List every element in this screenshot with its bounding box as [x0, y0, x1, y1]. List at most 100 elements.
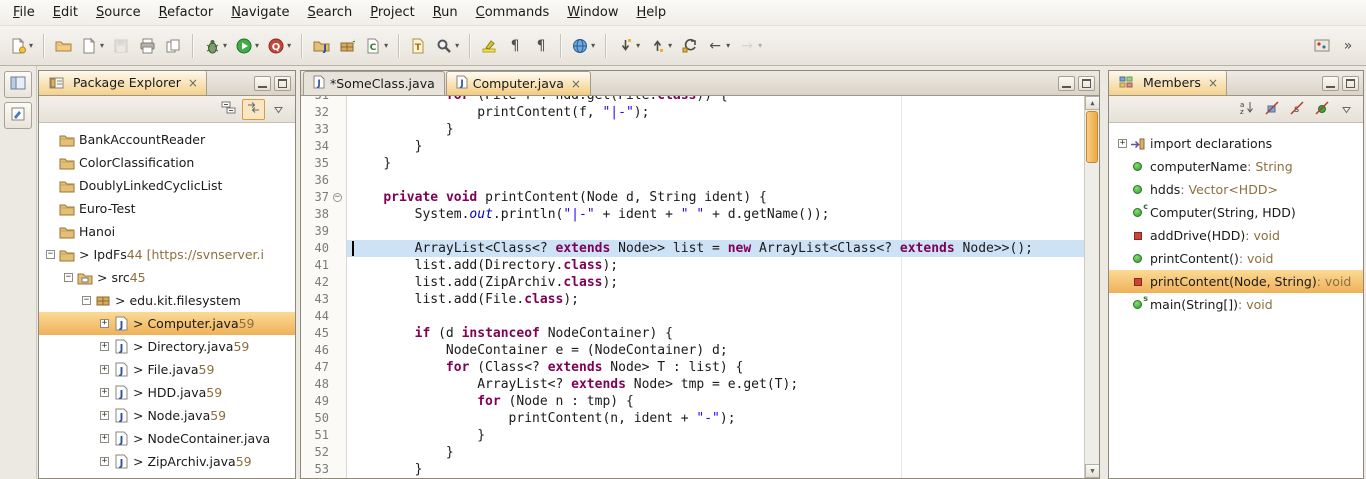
code-line-44[interactable]: [347, 308, 1084, 325]
code-line-53[interactable]: }: [347, 461, 1084, 478]
dropdown-arrow-icon[interactable]: ▾: [100, 41, 104, 50]
open-type-button[interactable]: T: [405, 31, 431, 61]
menu-file[interactable]: File: [4, 1, 44, 24]
member-printcontent-node-string[interactable]: printContent(Node, String) : void: [1109, 270, 1363, 293]
new-package-button[interactable]: +: [334, 31, 360, 61]
tree-item-file-java[interactable]: +J> File.java 59: [39, 358, 295, 381]
member-computername[interactable]: computerName : String: [1109, 155, 1363, 178]
member-adddrive-hdd[interactable]: addDrive(HDD) : void: [1109, 224, 1363, 247]
dropdown-arrow-icon[interactable]: ▾: [668, 41, 672, 50]
expander-icon[interactable]: +: [97, 411, 112, 420]
dropdown-arrow-icon[interactable]: ▾: [726, 41, 730, 50]
code-line-52[interactable]: }: [347, 444, 1084, 461]
maximize-button[interactable]: [1342, 76, 1359, 91]
code-line-45[interactable]: if (d instanceof NodeContainer) {: [347, 325, 1084, 342]
dropdown-arrow-icon[interactable]: ▾: [636, 41, 640, 50]
external-tools-button[interactable]: Q▾: [263, 31, 295, 61]
code-line-36[interactable]: [347, 172, 1084, 189]
hide-fields-button[interactable]: [1260, 99, 1283, 120]
tab-someclass-java[interactable]: J *SomeClass.java: [303, 71, 445, 95]
code-editor[interactable]: 31323334353637−3839404142434445464748495…: [301, 96, 1099, 478]
close-icon[interactable]: ×: [1208, 76, 1218, 90]
tree-item-directory-java[interactable]: +J> Directory.java 59: [39, 335, 295, 358]
minimize-button[interactable]: [1058, 76, 1075, 91]
new-class-button[interactable]: C▾: [360, 31, 392, 61]
back-button[interactable]: ←▾: [702, 31, 734, 61]
collapse-all-button[interactable]: [217, 99, 240, 120]
scroll-up-icon[interactable]: ▲: [1085, 96, 1099, 110]
toolbar-overflow-button[interactable]: »: [1335, 31, 1361, 61]
editor-scrollbar[interactable]: ▲ ▼: [1084, 96, 1099, 478]
menu-commands[interactable]: Commands: [467, 1, 559, 24]
fold-marker-icon[interactable]: −: [333, 193, 342, 202]
new-untitled-file-button[interactable]: ▾: [76, 31, 108, 61]
code-line-32[interactable]: printContent(f, "|-");: [347, 104, 1084, 121]
code-line-49[interactable]: for (Node n : tmp) {: [347, 393, 1084, 410]
tree-item-bankaccountreader[interactable]: BankAccountReader: [39, 128, 295, 151]
member-printcontent[interactable]: printContent() : void: [1109, 247, 1363, 270]
menu-navigate[interactable]: Navigate: [222, 1, 298, 24]
code-line-40[interactable]: ArrayList<Class<? extends Node>> list = …: [347, 240, 1084, 257]
tree-item-ipdfs[interactable]: −> IpdFs 44 [https://svnserver.i: [39, 243, 295, 266]
code-line-34[interactable]: }: [347, 138, 1084, 155]
open-resource-button[interactable]: [50, 31, 76, 61]
scroll-down-icon[interactable]: ▼: [1085, 464, 1099, 478]
code-line-33[interactable]: }: [347, 121, 1084, 138]
package-explorer-tab[interactable]: Package Explorer ×: [39, 70, 207, 95]
new-java-project-button[interactable]: J: [308, 31, 334, 61]
tree-item-euro-test[interactable]: Euro-Test: [39, 197, 295, 220]
code-line-37[interactable]: private void printContent(Node d, String…: [347, 189, 1084, 206]
view-menu-button[interactable]: [267, 99, 290, 120]
menu-edit[interactable]: Edit: [44, 1, 87, 24]
menu-search[interactable]: Search: [299, 1, 362, 24]
member-main-string[interactable]: smain(String[]) : void: [1109, 293, 1363, 316]
code-line-43[interactable]: list.add(File.class);: [347, 291, 1084, 308]
show-whitespace-button[interactable]: ¶: [502, 31, 528, 61]
menu-help[interactable]: Help: [628, 1, 676, 24]
web-browser-button[interactable]: ▾: [567, 31, 599, 61]
minimize-button[interactable]: [254, 76, 271, 91]
perspective-button[interactable]: [1309, 31, 1335, 61]
dropdown-arrow-icon[interactable]: ▾: [384, 41, 388, 50]
hide-non-public-button[interactable]: [1310, 99, 1333, 120]
link-with-editor-button[interactable]: [242, 99, 265, 120]
tree-item-nodecontainer-java[interactable]: +J> NodeContainer.java: [39, 427, 295, 450]
debug-button[interactable]: ▾: [199, 31, 231, 61]
minimized-editor-view-button[interactable]: [4, 102, 32, 129]
maximize-button[interactable]: [274, 76, 291, 91]
expander-icon[interactable]: +: [97, 388, 112, 397]
view-menu-button[interactable]: [1335, 99, 1358, 120]
tree-item-hanoi[interactable]: Hanoi: [39, 220, 295, 243]
hide-static-members-button[interactable]: s: [1285, 99, 1308, 120]
expander-icon[interactable]: +: [97, 365, 112, 374]
previous-annotation-button[interactable]: ▾: [644, 31, 676, 61]
scrollbar-thumb[interactable]: [1086, 111, 1098, 163]
code-line-46[interactable]: NodeContainer e = (NodeContainer) d;: [347, 342, 1084, 359]
code-line-39[interactable]: [347, 223, 1084, 240]
mark-occurrences-button[interactable]: [476, 31, 502, 61]
member-hdds[interactable]: hdds : Vector<HDD>: [1109, 178, 1363, 201]
restore-minimized-view-button[interactable]: [4, 71, 32, 98]
tree-item-node-java[interactable]: +J> Node.java 59: [39, 404, 295, 427]
next-annotation-button[interactable]: ▾: [612, 31, 644, 61]
menu-run[interactable]: Run: [424, 1, 467, 24]
member-import-declarations[interactable]: +import declarations: [1109, 132, 1363, 155]
code-line-41[interactable]: list.add(Directory.class);: [347, 257, 1084, 274]
dropdown-arrow-icon[interactable]: ▾: [591, 41, 595, 50]
code-line-42[interactable]: list.add(ZipArchiv.class);: [347, 274, 1084, 291]
expander-icon[interactable]: +: [97, 457, 112, 466]
expander-icon[interactable]: +: [97, 319, 112, 328]
minimize-button[interactable]: [1322, 76, 1339, 91]
code-line-47[interactable]: for (Class<? extends Node> T : list) {: [347, 359, 1084, 376]
dropdown-arrow-icon[interactable]: ▾: [29, 41, 33, 50]
copy-button[interactable]: [160, 31, 186, 61]
run-button[interactable]: ▾: [231, 31, 263, 61]
menu-refactor[interactable]: Refactor: [150, 1, 223, 24]
dropdown-arrow-icon[interactable]: ▾: [255, 41, 259, 50]
expander-icon[interactable]: −: [61, 273, 76, 282]
close-icon[interactable]: ×: [571, 77, 581, 91]
code-line-31[interactable]: for (File f : hdd.get(File.class)) {: [347, 96, 1084, 104]
tree-item-hdd-java[interactable]: +J> HDD.java 59: [39, 381, 295, 404]
show-print-margin-button[interactable]: ¶: [528, 31, 554, 61]
dropdown-arrow-icon[interactable]: ▾: [287, 41, 291, 50]
